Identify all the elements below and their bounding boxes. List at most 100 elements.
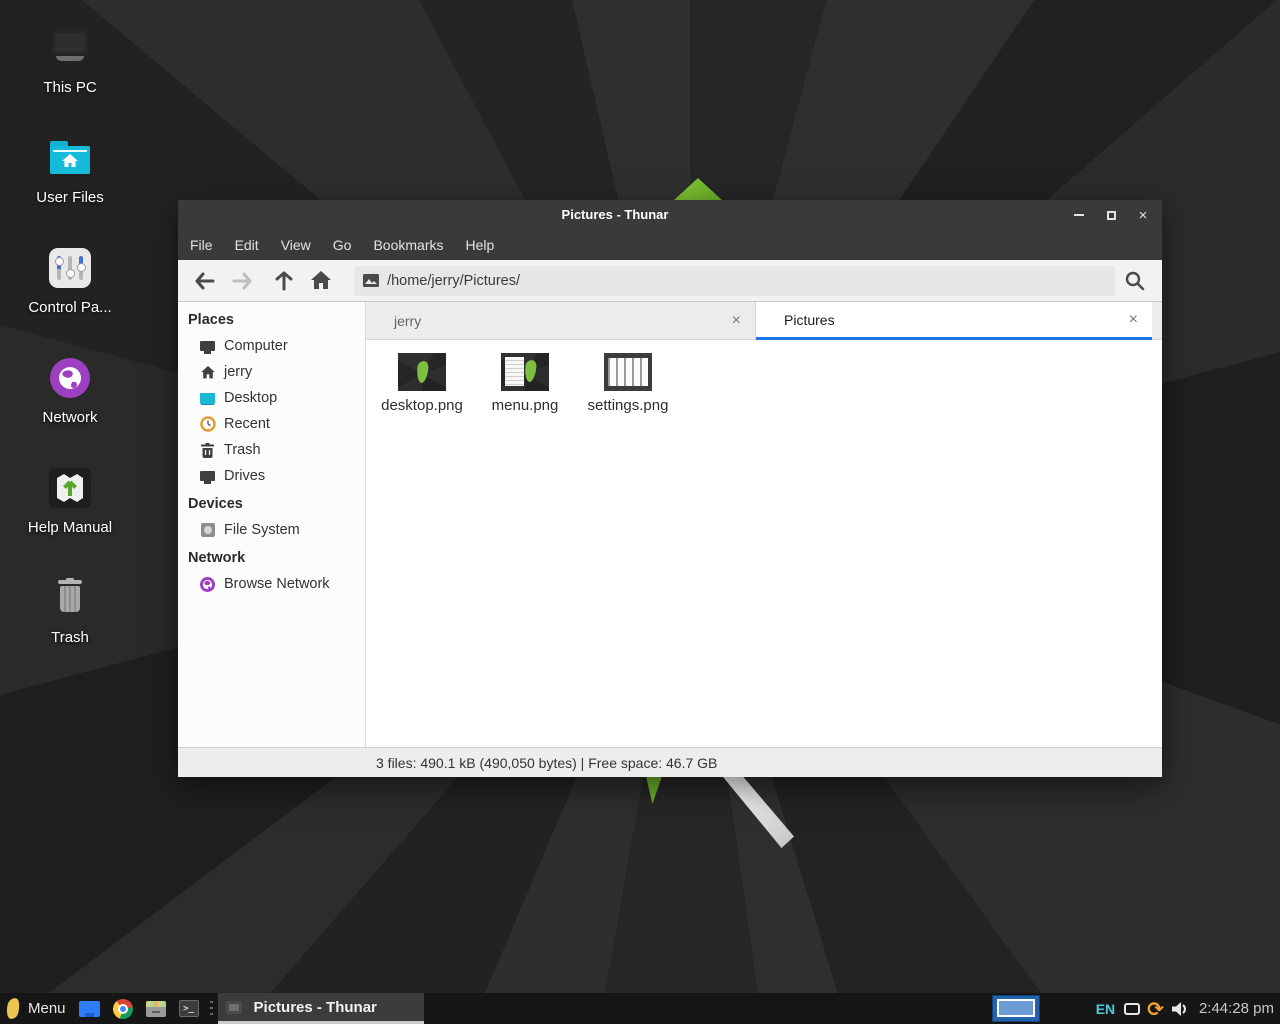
image-thumbnail [501,353,549,391]
workspace-1[interactable] [997,999,1035,1017]
folder-home-icon [48,138,92,178]
desktop-icon-user-files[interactable]: User Files [0,138,140,206]
sidebar-item-computer[interactable]: Computer [178,333,365,359]
file-menu-png[interactable]: menu.png [477,353,573,414]
tab-pictures[interactable]: Pictures × [756,302,1152,340]
side-pane: Places Computer jerry Desktop Recent [178,302,366,747]
drives-icon [199,468,216,485]
menu-edit[interactable]: Edit [224,230,270,260]
desktop-icon-trash[interactable]: Trash [0,578,140,646]
desktop-icon-this-pc[interactable]: This PC [0,28,140,96]
display-tray-icon[interactable] [1124,1003,1140,1015]
path-bar[interactable]: /home/jerry/Pictures/ [354,266,1114,296]
menu-view[interactable]: View [270,230,322,260]
chrome-icon[interactable] [113,999,133,1019]
workspace-switcher[interactable] [992,995,1040,1022]
path-text: /home/jerry/Pictures/ [387,273,520,289]
back-button[interactable] [186,264,224,298]
forward-icon [231,272,253,290]
menu-button[interactable]: Menu [0,998,66,1019]
computer-icon [199,338,216,355]
toolbar: /home/jerry/Pictures/ [178,260,1162,302]
sidebar-header-network: Network [178,545,365,571]
terminal-icon[interactable]: >_ [179,1000,199,1017]
task-label: Pictures - Thunar [254,999,377,1016]
search-button[interactable] [1115,264,1154,298]
home-button[interactable] [303,264,341,298]
home-icon [311,271,331,290]
clock-icon [199,416,216,433]
sidebar-item-file-system[interactable]: File System [178,517,365,543]
forward-button[interactable] [224,264,262,298]
keyboard-layout-indicator[interactable]: EN [1096,1001,1115,1017]
file-desktop-png[interactable]: desktop.png [374,353,470,414]
desktop-icon [199,390,216,407]
up-button[interactable] [265,264,303,298]
menu-go[interactable]: Go [322,230,363,260]
titlebar[interactable]: Pictures - Thunar × [178,200,1162,230]
status-text: 3 files: 490.1 kB (490,050 bytes) | Free… [376,755,717,771]
status-bar: 3 files: 490.1 kB (490,050 bytes) | Free… [178,747,1162,777]
taskbar: Menu >_ Pictures - Thunar EN ⟳ 2:44:28 p… [0,993,1280,1024]
updates-icon[interactable]: ⟳ [1147,999,1164,1019]
up-icon [275,270,293,292]
search-icon [1124,270,1145,291]
desktop-icon-network[interactable]: Network [0,358,140,426]
system-tray: EN ⟳ 2:44:28 pm [1096,999,1274,1019]
desktop-icon-label: Trash [0,629,140,646]
minimize-icon [1074,214,1084,216]
files-view[interactable]: desktop.png menu.png settings.png [366,340,1162,747]
back-icon [194,272,216,290]
volume-icon[interactable] [1171,1001,1189,1017]
menu-help[interactable]: Help [455,230,506,260]
thunar-task-icon [226,1001,242,1014]
file-manager-icon[interactable] [146,1001,166,1017]
desktop-icon-control-panel[interactable]: Control Pa... [0,248,140,316]
menu-file[interactable]: File [179,230,224,260]
sidebar-header-places: Places [178,307,365,333]
launcher-window-icon[interactable] [79,1001,100,1017]
tab-bar-filler [1152,302,1162,340]
map-arrow-icon [49,468,91,508]
tab-close-icon[interactable]: × [1129,312,1138,328]
sliders-icon [49,248,91,288]
menubar: File Edit View Go Bookmarks Help [178,230,1162,260]
globe-icon [50,358,90,398]
image-file-icon [363,274,379,287]
image-thumbnail [398,353,446,391]
menu-bookmarks[interactable]: Bookmarks [362,230,454,260]
tab-close-icon[interactable]: × [732,313,741,329]
tab-jerry[interactable]: jerry × [366,302,756,340]
close-icon: × [1139,207,1148,224]
menu-button-label: Menu [28,1000,66,1017]
sidebar-header-devices: Devices [178,491,365,517]
sidebar-item-trash[interactable]: Trash [178,437,365,463]
desktop-icon-label: Network [0,409,140,426]
distro-logo-icon [5,997,20,1020]
maximize-button[interactable] [1102,206,1120,224]
sidebar-item-desktop[interactable]: Desktop [178,385,365,411]
this-pc-icon [48,28,92,68]
file-settings-png[interactable]: settings.png [580,353,676,414]
taskbar-task-thunar[interactable]: Pictures - Thunar [218,993,424,1024]
minimize-button[interactable] [1070,206,1088,224]
maximize-icon [1107,211,1116,220]
desktop-icon-label: Control Pa... [0,299,140,316]
desktop-icon-label: User Files [0,189,140,206]
desktop-icon-label: This PC [0,79,140,96]
sidebar-item-browse-network[interactable]: Browse Network [178,571,365,597]
view-pane: jerry × Pictures × desktop.png [366,302,1162,747]
tab-bar: jerry × Pictures × [366,302,1162,340]
sidebar-item-recent[interactable]: Recent [178,411,365,437]
window-title: Pictures - Thunar [178,200,1052,230]
tasklist-handle [210,1001,213,1017]
thunar-window: Pictures - Thunar × File Edit View Go Bo… [178,200,1162,777]
trash-icon [48,578,92,618]
sidebar-item-home[interactable]: jerry [178,359,365,385]
sidebar-item-drives[interactable]: Drives [178,463,365,489]
desktop-icon-help-manual[interactable]: Help Manual [0,468,140,536]
close-button[interactable]: × [1134,206,1152,224]
home-icon [199,364,216,381]
clock[interactable]: 2:44:28 pm [1199,1000,1274,1017]
desktop-icon-label: Help Manual [0,519,140,536]
